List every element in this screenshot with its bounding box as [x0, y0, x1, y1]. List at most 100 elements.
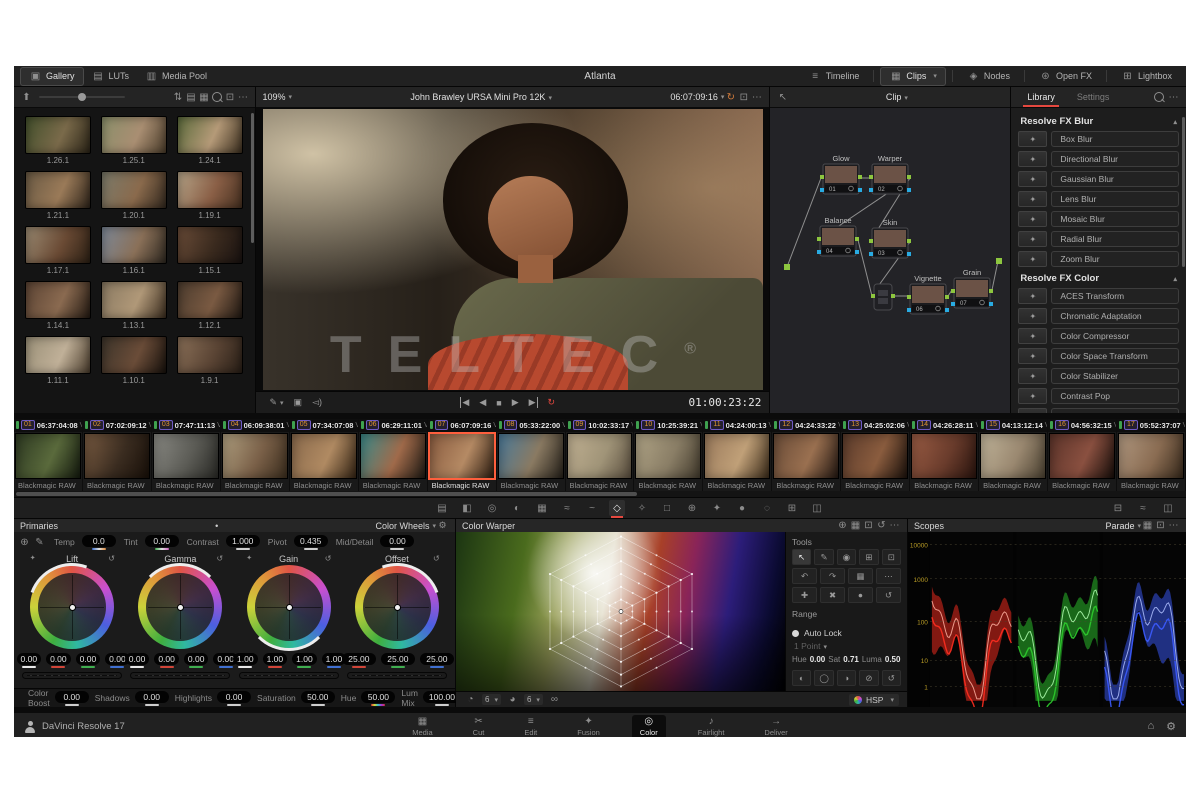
timeline-clip[interactable]: 1604:56:32:15V1Blackmagic RAW [1048, 419, 1117, 491]
scope-expand-icon[interactable]: ⊡ [1154, 519, 1167, 532]
wheel-value[interactable]: 0.00 [17, 653, 42, 665]
more-tools-icon[interactable]: ⋯ [876, 568, 901, 584]
last-frame-button[interactable]: ▶ [529, 397, 538, 408]
search-icon[interactable] [210, 91, 223, 104]
smooth-tool-icon[interactable]: ● [848, 587, 873, 603]
pivot-value[interactable]: 0.435 [294, 535, 328, 547]
wheel-value[interactable]: 1.00 [292, 653, 317, 665]
library-options-icon[interactable]: ⋯ [1167, 91, 1180, 104]
library-effect-item[interactable]: ✦Lens Blur [1018, 191, 1179, 207]
gallery-still[interactable]: 1.24.1 [176, 116, 244, 165]
node-level-select[interactable]: Clip [886, 92, 902, 102]
library-section-header[interactable]: Resolve FX Blur▴ [1018, 114, 1179, 131]
library-effect-item[interactable]: ✦Gaussian Blur [1018, 171, 1179, 187]
shadows-value[interactable]: 0.00 [135, 691, 169, 703]
timeline-clip[interactable]: 0106:37:04:08V1Blackmagic RAW [14, 419, 83, 491]
wheel-master-slider[interactable] [347, 672, 447, 679]
still-thumbnail[interactable] [101, 281, 167, 319]
page-button-fusion[interactable]: ✦Fusion [569, 715, 608, 738]
still-thumbnail[interactable] [177, 281, 243, 319]
mask-tool-icon[interactable]: ▦ [848, 568, 873, 584]
wheel-aux-icon[interactable]: ✦ [243, 552, 256, 565]
play-button[interactable]: ▶ [512, 397, 519, 408]
stop-button[interactable]: ■ [496, 398, 501, 408]
still-thumbnail[interactable] [177, 226, 243, 264]
still-thumbnail[interactable] [25, 116, 91, 154]
palette-reset-icon[interactable]: ↺ [875, 519, 888, 532]
remove-point-tool-icon[interactable]: ✖ [820, 587, 845, 603]
wheel-aux-icon[interactable] [351, 552, 364, 565]
still-thumbnail[interactable] [101, 116, 167, 154]
wheel-value[interactable]: 25.00 [342, 653, 376, 665]
wheel-aux-icon[interactable]: ✦ [26, 552, 39, 565]
temp-value[interactable]: 0.0 [82, 535, 116, 547]
collapse-icon[interactable]: ▴ [1173, 118, 1177, 126]
reset-range-icon[interactable]: ↺ [882, 670, 901, 686]
timeline-clip[interactable]: 0507:34:07:08V1Blackmagic RAW [290, 419, 359, 491]
wheel-value[interactable]: 0.00 [184, 653, 209, 665]
wheel-master-slider[interactable] [239, 672, 339, 679]
color-match-icon[interactable]: ◧ [459, 500, 475, 516]
open-fx-toggle[interactable]: ⊛Open FX [1031, 68, 1100, 85]
hue-divisions-select[interactable]: 6▾ [482, 694, 501, 705]
library-effect-item[interactable]: ✦Chromatic Adaptation [1018, 308, 1179, 324]
add-point-tool-icon[interactable]: ✚ [792, 587, 817, 603]
library-effect-item[interactable]: ✦Zoom Blur [1018, 251, 1179, 267]
bypass-grades-icon[interactable]: ↻ [724, 91, 737, 104]
power-window-icon[interactable]: □ [659, 500, 675, 516]
gallery-still[interactable]: 1.16.1 [100, 226, 168, 275]
wheel-mode-select[interactable]: Color Wheels [375, 521, 429, 531]
clip-thumbnail[interactable] [773, 433, 839, 479]
wheel-reset-icon[interactable]: ↺ [213, 552, 226, 565]
warper-mode-select[interactable]: HSP▾ [849, 694, 899, 706]
wheel-value[interactable]: 1.00 [263, 653, 288, 665]
library-effect-item[interactable]: ✦Mosaic Blur [1018, 211, 1179, 227]
gallery-still[interactable]: 1.19.1 [176, 171, 244, 220]
library-effect-item[interactable]: ✦DCTL [1018, 408, 1179, 413]
timeline-clip[interactable]: 0406:09:38:01V1Blackmagic RAW [221, 419, 290, 491]
palette-settings-icon[interactable]: ⊕ [836, 519, 849, 532]
wheel-aux-icon[interactable] [134, 552, 147, 565]
still-thumbnail[interactable] [101, 226, 167, 264]
wheel-ring[interactable] [355, 565, 439, 649]
page-button-fairlight[interactable]: ♪Fairlight [690, 715, 733, 738]
select-tool-icon[interactable]: ↖ [792, 549, 811, 565]
wheel-reset-icon[interactable]: ↺ [322, 552, 335, 565]
wheel-ring[interactable] [247, 565, 331, 649]
record-timecode[interactable]: 01:00:23:22 [689, 396, 762, 409]
library-effect-item[interactable]: ✦Color Compressor [1018, 328, 1179, 344]
clip-thumbnail[interactable] [1049, 433, 1115, 479]
corrector-node-skin[interactable]: Skin03 [869, 218, 911, 258]
library-effect-item[interactable]: ✦Color Stabilizer [1018, 368, 1179, 384]
timeline-clip[interactable]: 1010:25:39:21V1Blackmagic RAW [634, 419, 703, 491]
point-mode-select[interactable]: 1 Point▾ [794, 641, 901, 651]
mid-detail-value[interactable]: 0.00 [380, 535, 414, 547]
wheel-reset-icon[interactable]: ↺ [430, 552, 443, 565]
link-icon[interactable]: ∞ [548, 693, 561, 706]
pick-plus-icon[interactable]: ◐ [792, 670, 811, 686]
pick-minus-icon[interactable]: ◑ [837, 670, 856, 686]
thumb-size-slider[interactable] [39, 96, 125, 98]
page-button-cut[interactable]: ✂Cut [465, 715, 493, 738]
palette-options-icon[interactable]: ⋯ [888, 519, 901, 532]
timeline-clip[interactable]: 0207:02:09:12V1Blackmagic RAW [83, 419, 152, 491]
grid-view-icon[interactable]: ▤ [184, 91, 197, 104]
tint-value[interactable]: 0.00 [145, 535, 179, 547]
expand-tool-icon[interactable]: ⊡ [882, 549, 901, 565]
grid-tool-icon[interactable]: ⊞ [859, 549, 878, 565]
hue-grid-icon[interactable]: ◔ [464, 693, 477, 706]
corrector-node-glow[interactable]: Glow01 [820, 154, 862, 194]
redo-tool-icon[interactable]: ↷ [820, 568, 845, 584]
timeline-clip[interactable]: 0606:29:11:01V1Blackmagic RAW [359, 419, 428, 491]
timeline-toggle[interactable]: ≡Timeline [801, 68, 868, 85]
color-wheels-icon[interactable]: ◎ [484, 500, 500, 516]
clip-thumbnail[interactable] [428, 432, 496, 480]
scopes-toggle-icon[interactable]: ≈ [1135, 500, 1151, 516]
clips-toggle[interactable]: ▦Clips▾ [880, 67, 946, 86]
pick-white-point-icon[interactable]: ✎ [33, 536, 46, 549]
luts-tab[interactable]: ▤LUTs [84, 68, 138, 85]
lightbox-toggle[interactable]: ⊞Lightbox [1113, 68, 1180, 85]
grab-still-icon[interactable]: ⬆ [20, 91, 33, 104]
timeline-clip[interactable]: 0805:33:22:00V1Blackmagic RAW [497, 419, 566, 491]
rgb-mixer-icon[interactable]: ▦ [534, 500, 550, 516]
